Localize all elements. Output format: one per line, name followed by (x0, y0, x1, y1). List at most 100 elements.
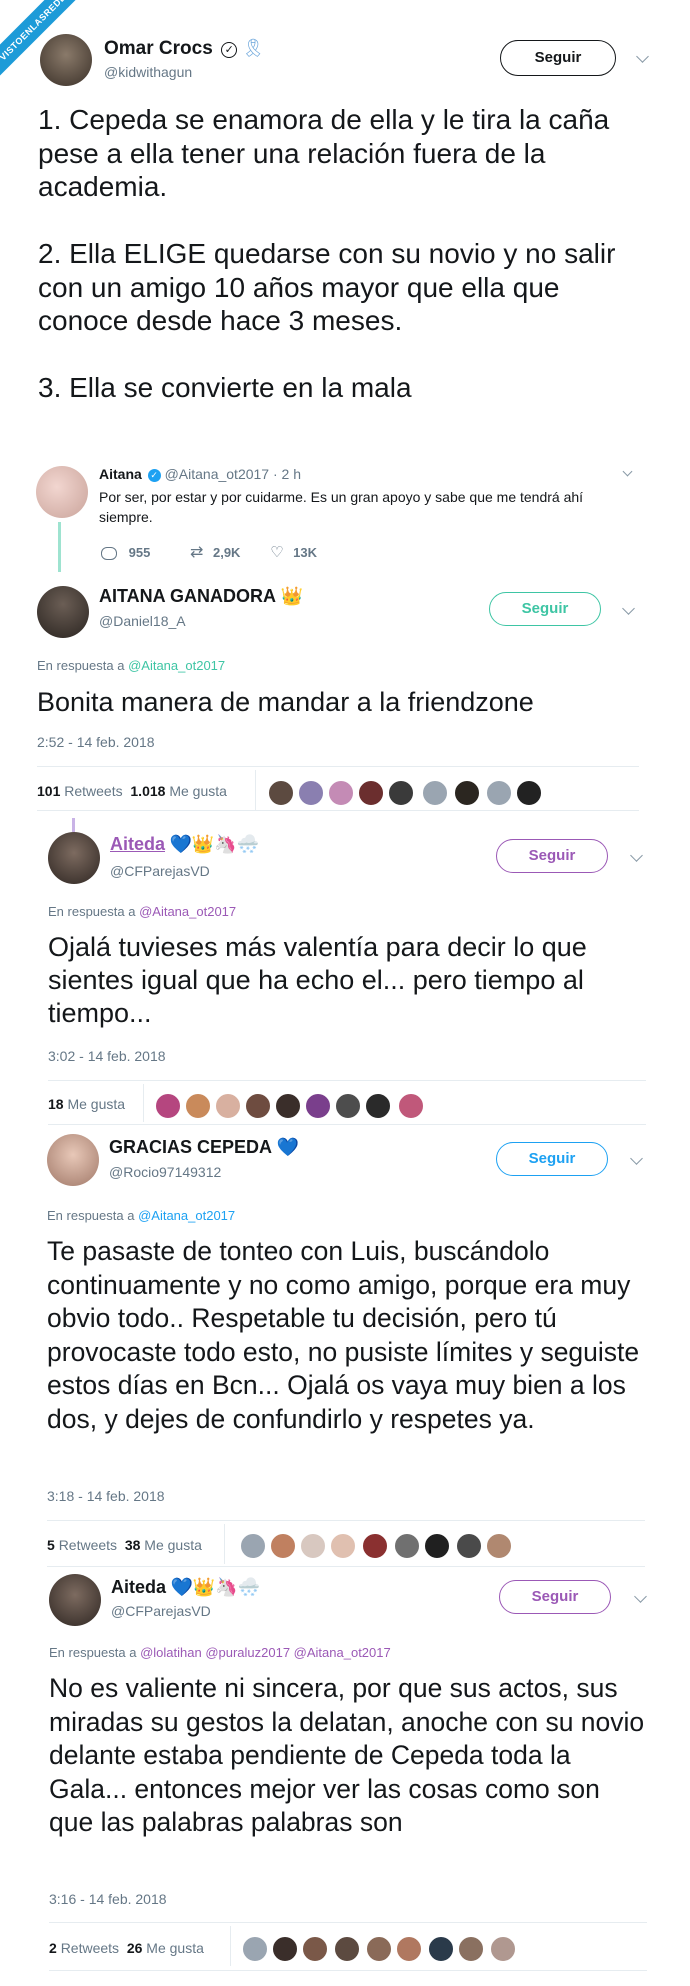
thread-line (58, 522, 61, 572)
timestamp[interactable]: 2:52 - 14 feb. 2018 (37, 734, 155, 750)
author-handle[interactable]: @CFParejasVD (111, 1603, 211, 1619)
avatar[interactable] (40, 34, 92, 86)
author-handle[interactable]: @Daniel18_A (99, 613, 186, 629)
like-count: 13K (293, 545, 318, 560)
liker-avatar[interactable] (275, 1093, 301, 1119)
liker-avatar[interactable] (458, 1936, 484, 1962)
reply-mention[interactable]: @Aitana_ot2017 (128, 658, 225, 673)
likes-label[interactable]: Me gusta (169, 783, 227, 799)
liker-avatar[interactable] (456, 1533, 482, 1559)
timestamp[interactable]: 3:18 - 14 feb. 2018 (47, 1488, 165, 1504)
author-name[interactable]: Omar Crocs (104, 38, 213, 59)
author-name[interactable]: Aiteda (110, 834, 165, 854)
chevron-down-icon[interactable] (634, 1590, 647, 1603)
author-block: GRACIAS CEPEDA 💙 (109, 1137, 299, 1158)
quoted-author-name[interactable]: Aitana (99, 466, 142, 482)
retweets-count[interactable]: 101 (37, 783, 60, 799)
likes-label[interactable]: Me gusta (144, 1537, 202, 1553)
heart-icon[interactable]: ♡ (270, 544, 283, 561)
liker-avatar[interactable] (490, 1936, 516, 1962)
liker-avatar[interactable] (396, 1936, 422, 1962)
reply-text: Bonita manera de mandar a la friendzone (37, 687, 534, 717)
liker-avatar[interactable] (422, 780, 448, 806)
liker-avatar[interactable] (302, 1936, 328, 1962)
retweets-label[interactable]: Retweets (59, 1537, 117, 1553)
liker-avatar[interactable] (334, 1936, 360, 1962)
retweets-count[interactable]: 2 (49, 1940, 57, 1956)
liker-avatar[interactable] (486, 1533, 512, 1559)
liker-avatar[interactable] (454, 780, 480, 806)
follow-button[interactable]: Seguir (496, 839, 608, 873)
quoted-author-handle[interactable]: @Aitana_ot2017 (165, 466, 270, 482)
liker-avatar[interactable] (245, 1093, 271, 1119)
liker-avatar[interactable] (305, 1093, 331, 1119)
quoted-text: Por ser, por estar y por cuidarme. Es un… (99, 489, 584, 525)
liker-avatar[interactable] (388, 780, 414, 806)
follow-button[interactable]: Seguir (499, 1580, 611, 1614)
likes-label[interactable]: Me gusta (146, 1940, 204, 1956)
liker-avatar[interactable] (300, 1533, 326, 1559)
divider (48, 1080, 646, 1081)
author-name[interactable]: AITANA GANADORA (99, 586, 276, 606)
liker-avatar[interactable] (215, 1093, 241, 1119)
follow-button[interactable]: Seguir (500, 40, 616, 76)
timestamp[interactable]: 3:02 - 14 feb. 2018 (48, 1048, 166, 1064)
divider (224, 1524, 225, 1564)
liker-avatar[interactable] (516, 780, 542, 806)
likes-count[interactable]: 26 (127, 1940, 143, 1956)
liker-avatar[interactable] (272, 1936, 298, 1962)
timestamp[interactable]: 3:16 - 14 feb. 2018 (49, 1891, 167, 1907)
retweet-icon[interactable]: ⇄ (190, 544, 203, 561)
liker-avatar[interactable] (155, 1093, 181, 1119)
avatar[interactable] (48, 832, 100, 884)
follow-button[interactable]: Seguir (489, 592, 601, 626)
reply-mention[interactable]: @lolatihan @puraluz2017 @Aitana_ot2017 (140, 1645, 391, 1660)
author-name[interactable]: GRACIAS CEPEDA (109, 1137, 272, 1157)
chevron-down-icon[interactable] (622, 602, 635, 615)
avatar[interactable] (37, 586, 89, 638)
likes-label[interactable]: Me gusta (67, 1096, 125, 1112)
avatar[interactable] (47, 1134, 99, 1186)
liker-avatar[interactable] (428, 1936, 454, 1962)
retweets-label[interactable]: Retweets (61, 1940, 119, 1956)
divider (255, 770, 256, 810)
retweets-label[interactable]: Retweets (64, 783, 122, 799)
liker-avatar[interactable] (424, 1533, 450, 1559)
avatar[interactable] (49, 1574, 101, 1626)
likes-count[interactable]: 38 (125, 1537, 141, 1553)
reply-prefix: En respuesta a (48, 904, 136, 919)
liker-avatar[interactable] (358, 780, 384, 806)
follow-button[interactable]: Seguir (496, 1142, 608, 1176)
liker-avatar[interactable] (268, 780, 294, 806)
liker-avatar[interactable] (362, 1533, 388, 1559)
liker-avatar[interactable] (330, 1533, 356, 1559)
liker-avatar[interactable] (240, 1533, 266, 1559)
liker-avatar[interactable] (365, 1093, 391, 1119)
liker-avatar[interactable] (328, 780, 354, 806)
crown-icon: 👑 (280, 586, 303, 606)
liker-avatar[interactable] (398, 1093, 424, 1119)
chevron-down-icon[interactable] (622, 466, 633, 477)
author-name[interactable]: Aiteda (111, 1577, 166, 1597)
liker-avatar[interactable] (298, 780, 324, 806)
liker-avatar[interactable] (335, 1093, 361, 1119)
retweets-count[interactable]: 5 (47, 1537, 55, 1553)
author-handle[interactable]: @Rocio97149312 (109, 1164, 221, 1180)
liker-avatar[interactable] (185, 1093, 211, 1119)
liker-avatar[interactable] (242, 1936, 268, 1962)
reply-mention[interactable]: @Aitana_ot2017 (138, 1208, 235, 1223)
reply-mention[interactable]: @Aitana_ot2017 (139, 904, 236, 919)
liker-avatar[interactable] (394, 1533, 420, 1559)
chevron-down-icon[interactable] (630, 849, 643, 862)
liker-avatar[interactable] (366, 1936, 392, 1962)
likes-count[interactable]: 18 (48, 1096, 64, 1112)
author-handle[interactable]: @CFParejasVD (110, 863, 210, 879)
author-handle[interactable]: @kidwithagun (104, 64, 192, 80)
likes-count[interactable]: 1.018 (130, 783, 165, 799)
chevron-down-icon[interactable] (630, 1152, 643, 1165)
reply-icon[interactable] (101, 547, 117, 561)
liker-avatar[interactable] (486, 780, 512, 806)
chevron-down-icon[interactable] (636, 50, 649, 63)
avatar[interactable] (36, 466, 88, 518)
liker-avatar[interactable] (270, 1533, 296, 1559)
